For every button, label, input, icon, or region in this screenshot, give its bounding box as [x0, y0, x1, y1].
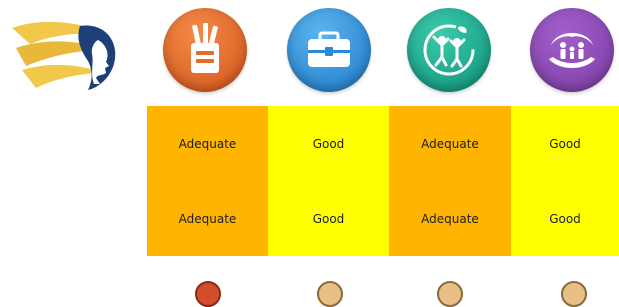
rating-cell: Adequate: [389, 181, 511, 256]
rating-cell: Good: [511, 106, 619, 181]
rating-cell: Adequate: [389, 106, 511, 181]
pagination-dot[interactable]: [437, 281, 463, 307]
rating-cell: Good: [511, 181, 619, 256]
rating-cell: Adequate: [147, 106, 268, 181]
rating-cell: Adequate: [147, 181, 268, 256]
jumping-people-icon[interactable]: [407, 8, 491, 92]
pagination-dot-active[interactable]: [195, 281, 221, 307]
pagination-dot[interactable]: [317, 281, 343, 307]
pagination-dot[interactable]: [561, 281, 587, 307]
family-hands-icon[interactable]: [530, 8, 614, 92]
rating-cell: Good: [268, 181, 389, 256]
briefcase-icon[interactable]: [287, 8, 371, 92]
rating-cell: Good: [268, 106, 389, 181]
woman-profile-logo-icon: [12, 21, 116, 90]
rating-grid: Adequate Good Adequate Good Adequate Goo…: [147, 106, 619, 256]
stationery-cup-icon[interactable]: [163, 8, 247, 92]
brand-logo: [10, 18, 122, 92]
